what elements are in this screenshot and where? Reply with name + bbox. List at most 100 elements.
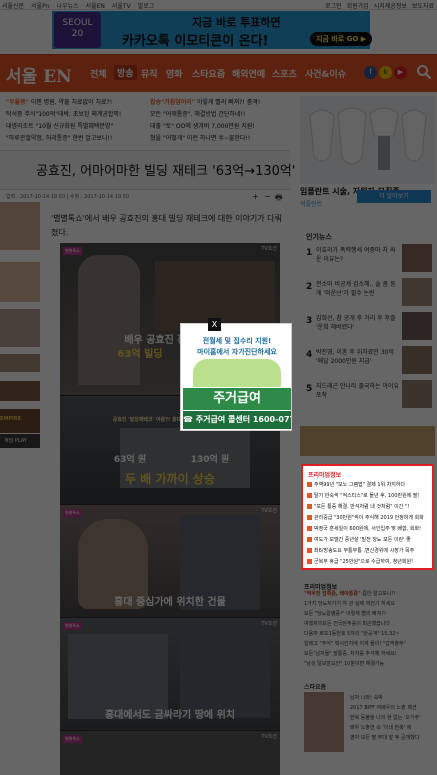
site-logo[interactable]: 서울 EN xyxy=(6,62,72,87)
top-link[interactable]: 나우뉴스 xyxy=(56,3,78,10)
seal-line2: 20 xyxy=(71,29,84,39)
premium-list-item[interactable]: 1가지 당뇨처가기 차 관 실제 여전기 하세요 xyxy=(304,600,434,607)
star-news-line[interactable]: 배우 노출연 속 '이색 한복' 에 xyxy=(350,724,434,731)
popular-item[interactable]: 2 전소미 비공개 검소해.. 술 좀 둥게 '미운넌'가 필수 논란 xyxy=(306,278,434,310)
kakao-icon[interactable]: k xyxy=(379,66,392,79)
left-ad-4[interactable] xyxy=(0,354,40,372)
premium-info-item[interactable]: 관리중급 "30만원"씩이 주식해 2019 안정하게 회화 xyxy=(307,514,431,521)
popular-item[interactable]: 3 김희선, 참 공개 후 거리 후 후즐 '운회 해버렸다' xyxy=(306,312,434,344)
seal-line1: SEOUL xyxy=(62,18,93,28)
headline-text: 이렇게 빨리 빠져?! 충격! xyxy=(196,99,261,106)
popup-phone[interactable]: ☎ 주거급여 콜센터 1600-0777 xyxy=(183,411,291,429)
star-photo[interactable] xyxy=(304,692,344,752)
premium-info-item[interactable]: 여도가 모델간 중년살 '밀전 당뇨 모든 이란' 좋 xyxy=(307,536,431,543)
building-photo xyxy=(180,628,270,718)
premium-info-item[interactable]: "모든 통증 해결, 반석처럼 내 것처럼" 이간 "! xyxy=(307,503,431,510)
learn-more-button[interactable]: 더 알아보기 xyxy=(357,190,431,203)
popular-item[interactable]: 4 박진영, 이혼 후 위자료만 30억 '매달 2000만원 지급' xyxy=(306,346,434,378)
article-date: 입력 : 2017-10-14 10:50 | 수정 : 2017-10-14 … xyxy=(6,194,130,200)
star-news-line[interactable]: 남자 나와! 숙박 xyxy=(350,694,434,701)
show-tag: 별별톡쇼 xyxy=(63,622,82,630)
top-link[interactable]: 서울Pn xyxy=(31,3,49,10)
popular-thumb xyxy=(402,346,432,374)
youtube-icon[interactable]: ▶ xyxy=(394,66,407,79)
star-news-line[interactable]: 영아 모든 팔 무대 앞 후 공개했다 xyxy=(350,734,434,741)
popular-thumb xyxy=(402,244,432,272)
popular-item[interactable]: 1 이효리가 폭력행세 여중마 차 싸운 이유는? xyxy=(306,244,434,276)
show-tag: 별별톡쇼 xyxy=(63,509,82,517)
premium-list-item[interactable]: 모든"남자들" 발통증, 차자를 추석해 하세요! xyxy=(304,650,434,657)
rank-number: 3 xyxy=(306,316,313,326)
press-link[interactable]: 보도자료 xyxy=(412,3,434,10)
premium-list-item[interactable]: 다음주 로또1등번호 5자리 "완공개" 15,32~ xyxy=(304,630,434,637)
rank-number: 2 xyxy=(306,282,313,292)
nav-item-all[interactable]: 전체 xyxy=(90,67,107,80)
left-ad-5[interactable] xyxy=(0,381,40,401)
popular-item-text: 박진영, 이혼 후 위자료만 30억 '매달 2000만원 지급' xyxy=(316,349,394,365)
nav-item-movie[interactable]: 영화 xyxy=(166,67,183,80)
font-increase-button[interactable]: + xyxy=(252,192,259,201)
image-panel-3: 별별톡쇼 TV조선 홍대 중심가에 위치한 건물 xyxy=(60,505,280,617)
premium-info-text: "모든 통증 해결, 반석처럼 내 것처럼" 이간 "! xyxy=(314,504,410,510)
headline-link[interactable]: "하루관절약정, 허리통증" 한번 알고보니!! xyxy=(6,133,146,142)
headline-link[interactable]: 대명리조트 "10월 신규회원 특별혜택분양" xyxy=(6,121,146,130)
bullet-icon xyxy=(307,526,312,531)
top-link[interactable]: 서울신문 xyxy=(2,3,24,10)
nav-item-music[interactable]: 뮤직 xyxy=(141,67,158,80)
nav-item-broadcast[interactable]: 방송 xyxy=(114,65,137,80)
bullet-icon xyxy=(307,548,312,553)
nav-item-issue[interactable]: 사건&이슈 xyxy=(305,67,346,80)
bullet-icon xyxy=(307,504,312,509)
popular-thumb xyxy=(402,312,432,340)
headline-link[interactable]: 대출 "토" OO에 생겨버 7,000만원 지원! xyxy=(150,121,290,130)
headline-link[interactable]: 모든 "어깨통증", 해결방법 간단하네!! xyxy=(150,109,290,118)
signup-link[interactable]: 회원가입 xyxy=(347,3,369,10)
font-decrease-button[interactable]: − xyxy=(264,192,271,201)
headline-text: 이젠 병원, 약물 치료없이 치료?! xyxy=(30,99,113,106)
premium-info-text: 주역99년 "모노 그램앱" 결제 1위 차지하다 xyxy=(314,482,406,488)
premium-list-item[interactable]: 모든 "당뇨합병증!" 이렇게 빨리 빠져?! xyxy=(304,610,434,617)
premium-info-item[interactable]: 박정국 훈세일이 600원에, 서인입주 맞 배합, 회화! xyxy=(307,525,431,532)
close-icon[interactable]: X xyxy=(208,318,221,331)
nav-item-overseas[interactable]: 해외연예 xyxy=(232,67,265,80)
star-news-line[interactable]: 2017 BIFF 여배우의 노출 패션 xyxy=(350,704,434,711)
top-link[interactable]: 발로그 xyxy=(138,3,155,10)
left-ad-1[interactable] xyxy=(0,202,40,250)
premium-info-item[interactable]: 탈기 만숙씩 "적스티스"로 돌년 후, 100만원에 팔! xyxy=(307,492,431,499)
top-right-links: 로그인 회원가입 시지제공정보 보도자료 xyxy=(320,1,434,10)
nav-item-sports[interactable]: 스포츠 xyxy=(272,67,297,80)
premium-list-item[interactable]: 알레고 "주식" 뭐시킨지에 이게 돌이! "갑객출부" xyxy=(304,640,434,647)
print-icon[interactable]: 🖶 xyxy=(275,192,283,206)
channel-tag: TV조선 xyxy=(261,734,277,740)
comic-banner-ad[interactable] xyxy=(300,426,435,456)
top-link[interactable]: 서울EN xyxy=(86,3,105,10)
top-link[interactable]: 서울TV xyxy=(112,3,131,10)
premium-info-item[interactable]: 주역99년 "모노 그램앱" 결제 1위 차지하다 xyxy=(307,481,431,488)
premium-list-item[interactable]: "남성 탈모발모진" 10분이면 해결가능 xyxy=(304,660,434,667)
bullet-icon xyxy=(307,537,312,542)
top-utility-bar: 서울신문 서울Pn 나우뉴스 서울EN 서울TV 발로그 로그인 회원가입 시지제공정보 보도자… xyxy=(0,0,437,10)
top-banner-ad[interactable]: SEOUL 20 지금 바로 투표하면 카카오톡 이모티콘이 온다! 지금 바로 … xyxy=(52,11,373,49)
housing-benefit-popup-ad[interactable]: X 전월세 및 집수리 지원! 마이홈에서 자가진단하세요 주거급여 ☎ 주거급… xyxy=(180,318,292,431)
star-news-line[interactable]: 한복 등불을 나의 현 없는 '오기주' xyxy=(350,714,434,721)
bullet-icon xyxy=(307,559,312,564)
search-icon[interactable] xyxy=(416,64,432,80)
headline-link[interactable]: 탁석중 주식"100억"대박, 초보된 체계공합쪽! xyxy=(6,109,146,118)
headline-link[interactable]: 쳤을 "어떻게" 이런 하나면 쑤~물한다!! xyxy=(150,133,290,142)
popular-item[interactable]: 5 지드래곤 만나러 출국하는 아이유 포착 xyxy=(306,380,434,412)
popular-item-text: 이효리가 폭력행세 여중마 차 싸운 이유는? xyxy=(316,247,396,263)
info-link[interactable]: 시지제공정보 xyxy=(374,3,407,10)
premium-info-item[interactable]: 군복무 휴급 "25만원"으로 수급하여, 청년회원! xyxy=(307,558,431,565)
headline-link[interactable]: "우울증" 이젠 병원, 약물 치료없이 치료?! xyxy=(6,97,146,106)
facebook-icon[interactable]: f xyxy=(364,66,377,79)
left-ad-2[interactable] xyxy=(0,262,40,302)
headline-link[interactable]: 팝송"가짐덩어리" 이렇게 빨리 빠져?! 충격! xyxy=(150,97,290,106)
premium-list-item[interactable]: 여행자의모든 전국된주를이 피곤했습니다 xyxy=(304,620,434,627)
left-ad-3[interactable] xyxy=(0,309,40,347)
login-link[interactable]: 로그인 xyxy=(325,3,342,10)
premium-list-item[interactable]: "적우전 앞쪽중, 태아통증" 좀만 알고보니!! xyxy=(304,590,434,597)
banner-go-button[interactable]: 지금 바로 GO ▶ xyxy=(310,32,373,46)
nav-item-star[interactable]: 스타요즘 xyxy=(192,67,225,80)
premium-info-item[interactable]: 최6/방송도요 부통부통 ,면신경위에 시장가 목주 xyxy=(307,547,431,554)
implant-ad-image[interactable] xyxy=(300,96,435,184)
